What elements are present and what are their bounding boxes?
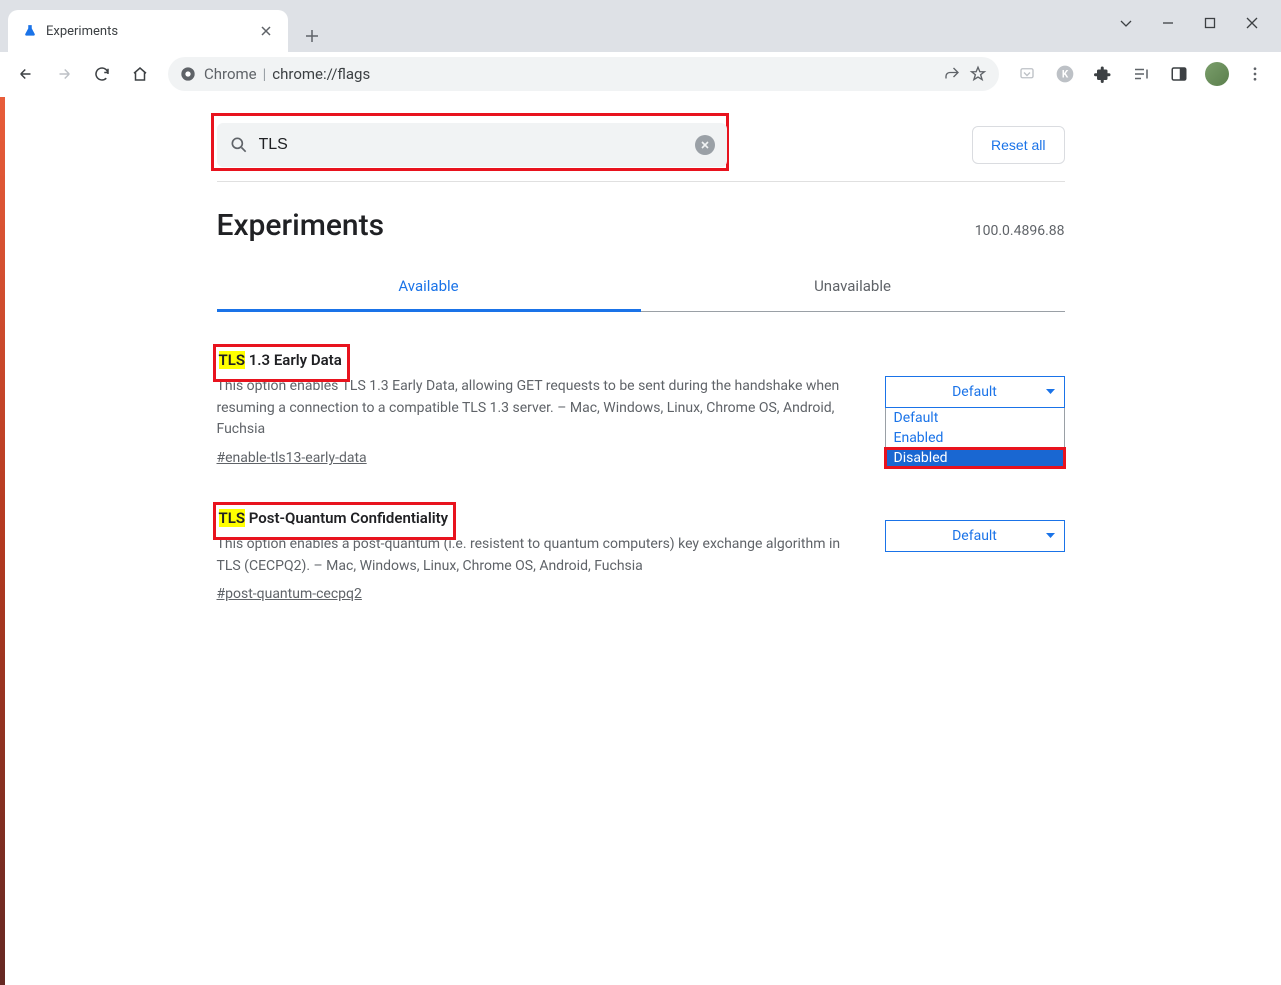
profile-avatar[interactable] (1201, 58, 1233, 90)
chevron-down-icon (1045, 532, 1056, 540)
tab-available[interactable]: Available (217, 261, 641, 311)
tab-strip: Experiments (0, 0, 328, 52)
share-icon[interactable] (943, 65, 961, 83)
browser-toolbar: Chrome | chrome://flags K (0, 52, 1281, 97)
dropdown-option-enabled[interactable]: Enabled (886, 428, 1064, 448)
reset-all-button[interactable]: Reset all (972, 126, 1064, 164)
experiment-title: TLS Post-Quantum Confidentiality (217, 508, 451, 528)
experiment-dropdown: Default Enabled Disabled (885, 408, 1065, 469)
extensions-puzzle-icon[interactable] (1087, 58, 1119, 90)
search-icon (229, 135, 249, 155)
forward-button (48, 58, 80, 90)
experiment-select[interactable]: Default (885, 376, 1065, 408)
close-tab-icon[interactable] (258, 23, 274, 39)
left-accent-bar (0, 97, 5, 985)
reading-list-icon[interactable] (1125, 58, 1157, 90)
search-input[interactable] (259, 136, 685, 154)
flask-icon (22, 23, 38, 39)
experiment-item: TLS Post-Quantum Confidentiality This op… (217, 508, 1065, 644)
experiment-title: TLS 1.3 Early Data (217, 350, 344, 370)
dropdown-option-default[interactable]: Default (886, 408, 1064, 428)
kebab-menu-icon[interactable] (1239, 58, 1271, 90)
experiment-description: This option enables TLS 1.3 Early Data, … (217, 376, 861, 441)
search-box (217, 123, 727, 167)
tab-unavailable[interactable]: Unavailable (641, 261, 1065, 311)
window-titlebar: Experiments (0, 0, 1281, 52)
back-button[interactable] (10, 58, 42, 90)
experiments-list: TLS 1.3 Early Data This option enables T… (217, 312, 1065, 644)
experiment-select[interactable]: Default (885, 520, 1065, 552)
browser-tab[interactable]: Experiments (8, 10, 288, 52)
maximize-icon[interactable] (1203, 16, 1217, 30)
chrome-logo-icon (180, 66, 196, 82)
dropdown-option-disabled[interactable]: Disabled (886, 448, 1064, 468)
flags-header: Reset all (217, 109, 1065, 182)
reload-button[interactable] (86, 58, 118, 90)
pocket-icon[interactable] (1011, 58, 1043, 90)
k-extension-icon[interactable]: K (1049, 58, 1081, 90)
minimize-icon[interactable] (1161, 16, 1175, 30)
tabs-row: Available Unavailable (217, 261, 1065, 312)
home-button[interactable] (124, 58, 156, 90)
chevron-down-icon[interactable] (1119, 16, 1133, 30)
address-text: Chrome | chrome://flags (204, 65, 370, 83)
chevron-down-icon (1045, 388, 1056, 396)
tab-title: Experiments (46, 24, 250, 39)
experiment-description: This option enables a post-quantum (i.e.… (217, 534, 861, 577)
svg-text:K: K (1062, 69, 1069, 80)
clear-search-icon[interactable] (695, 135, 715, 155)
page-title-row: Experiments 100.0.4896.88 (217, 182, 1065, 261)
bookmark-star-icon[interactable] (969, 65, 987, 83)
experiment-hash-link[interactable]: #post-quantum-cecpq2 (217, 586, 362, 602)
experiment-item: TLS 1.3 Early Data This option enables T… (217, 350, 1065, 508)
page-title: Experiments (217, 208, 385, 243)
close-window-icon[interactable] (1245, 16, 1259, 30)
side-panel-icon[interactable] (1163, 58, 1195, 90)
content-scroll[interactable]: Reset all Experiments 100.0.4896.88 Avai… (0, 97, 1281, 985)
address-bar[interactable]: Chrome | chrome://flags (168, 57, 999, 91)
experiment-hash-link[interactable]: #enable-tls13-early-data (217, 450, 367, 466)
window-controls (1119, 0, 1281, 30)
version-text: 100.0.4896.88 (975, 223, 1065, 239)
new-tab-button[interactable] (296, 20, 328, 52)
